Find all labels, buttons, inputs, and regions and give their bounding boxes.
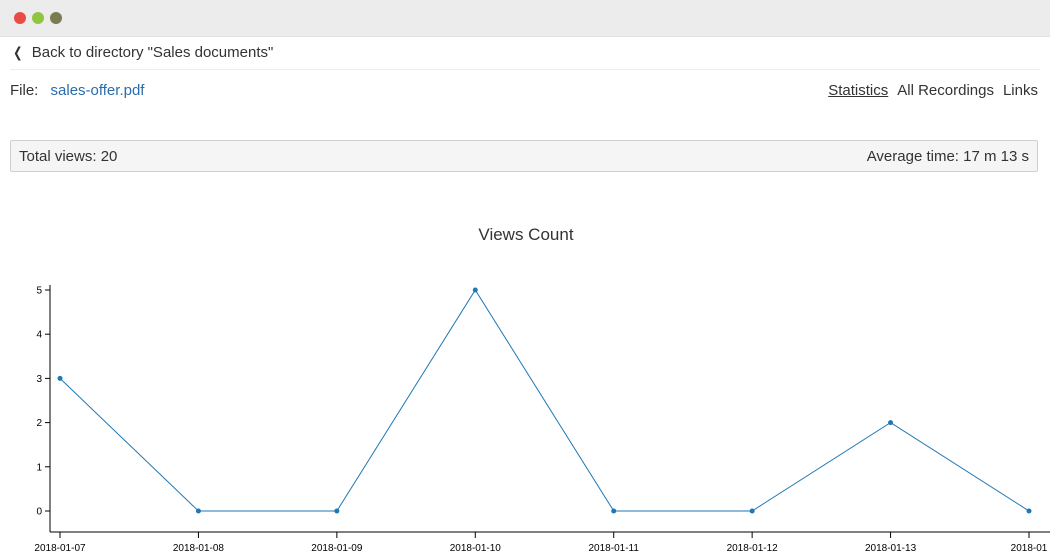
file-label: File: [10,82,39,99]
back-link-label: Back to directory "Sales documents" [31,44,274,61]
x-tick-label: 2018-01-12 [727,543,779,554]
x-tick-label: 2018-01 [1011,543,1048,554]
x-tick-label: 2018-01-08 [173,543,225,554]
tab-all-recordings[interactable]: All Recordings [897,82,994,99]
x-tick-label: 2018-01-13 [865,543,917,554]
x-tick-label: 2018-01-09 [311,543,363,554]
divider [10,69,1040,70]
x-tick-label: 2018-01-07 [34,543,86,554]
data-point [749,508,755,514]
window-titlebar [0,0,1050,37]
data-point [611,508,617,514]
chart-title: Views Count [478,225,574,244]
x-tick-label: 2018-01-10 [450,543,502,554]
y-tick-label: 1 [36,462,42,473]
tab-links[interactable]: Links [1003,82,1038,99]
y-tick-label: 3 [36,374,42,385]
total-views: Total views: 20 [19,148,118,165]
views-count-chart: 0 1 2 3 4 5 2018-01-07 2018-01-08 2018-01-09 2018… [34,285,1050,554]
y-tick-label: 5 [36,286,42,297]
data-point [334,508,340,514]
data-point [57,375,63,381]
zoom-window-button[interactable] [50,12,62,24]
data-point [472,287,478,293]
y-tick-label: 4 [36,330,42,341]
data-point [888,420,894,426]
series-line [59,289,1030,512]
minimize-window-button[interactable] [32,12,44,24]
average-time: Average time: 17 m 13 s [866,148,1029,165]
data-point [195,508,201,514]
close-window-button[interactable] [14,12,26,24]
back-to-directory-link[interactable]: ❮ Back to directory "Sales documents" [12,44,273,61]
data-point [1026,508,1032,514]
tab-statistics[interactable]: Statistics [828,82,888,99]
file-info: File: sales-offer.pdf [10,82,144,99]
view-tabs: Statistics All Recordings Links [828,82,1038,99]
y-tick-label: 2 [36,418,42,429]
file-name-link[interactable]: sales-offer.pdf [51,82,145,99]
summary-bar: Total views: 20 Average time: 17 m 13 s [10,140,1038,172]
x-tick-label: 2018-01-11 [589,543,640,554]
y-tick-label: 0 [36,507,42,518]
chevron-left-icon: ❮ [13,44,23,60]
